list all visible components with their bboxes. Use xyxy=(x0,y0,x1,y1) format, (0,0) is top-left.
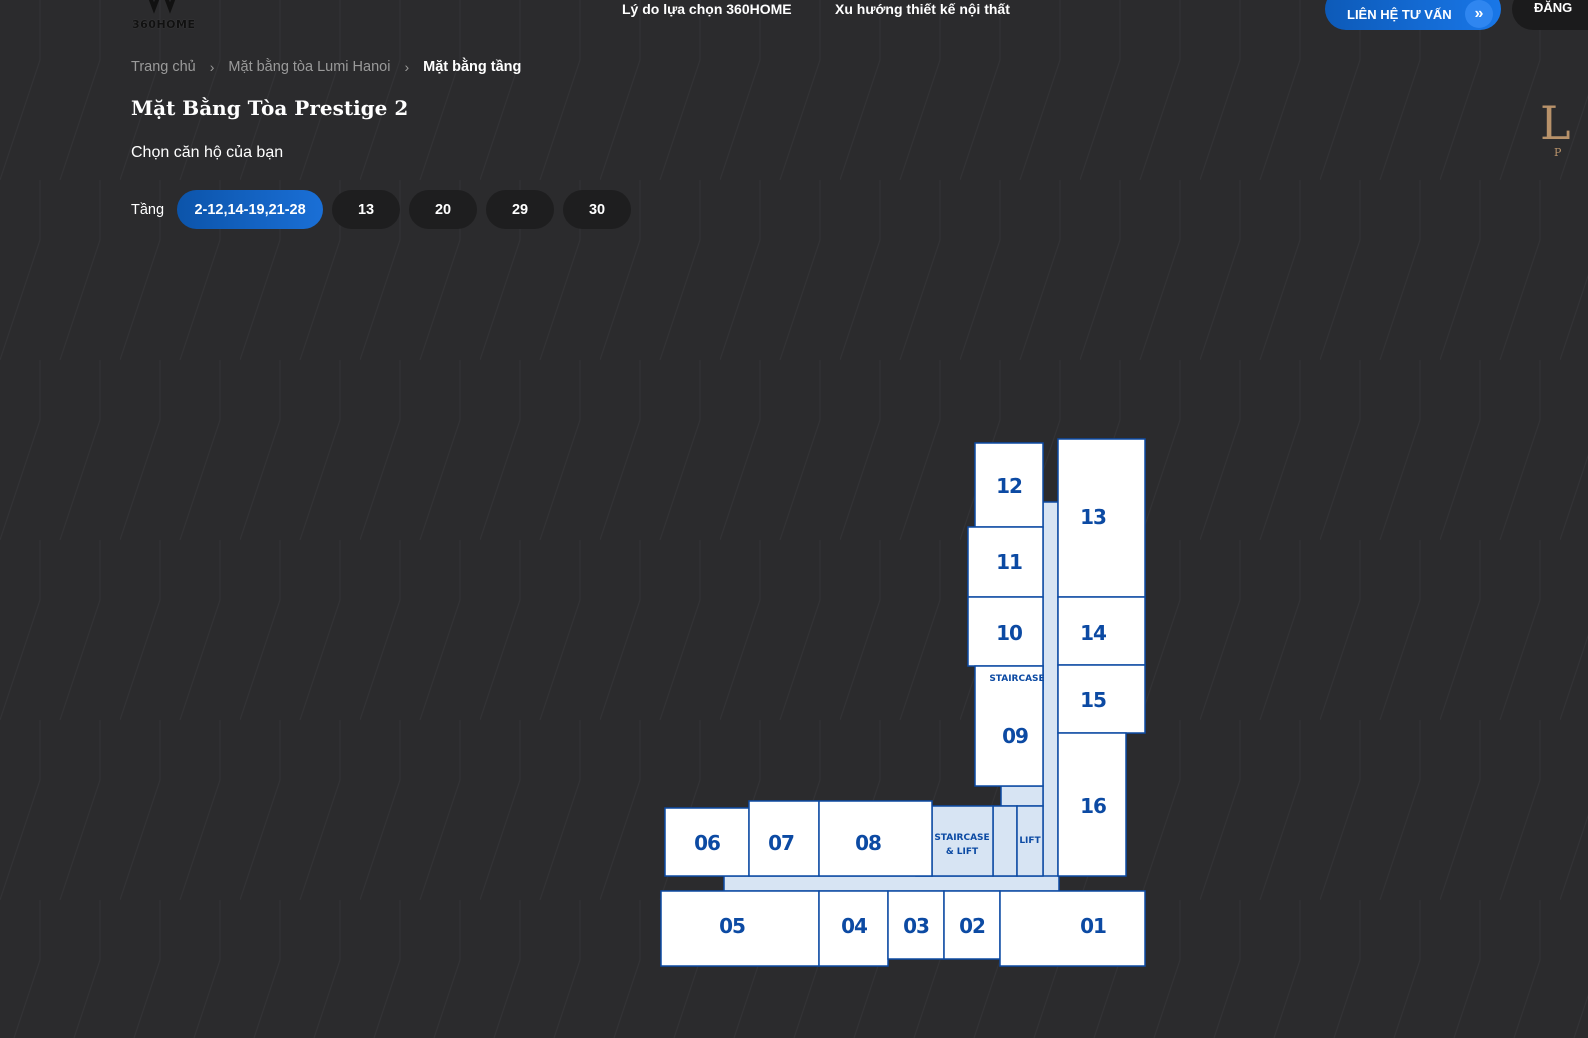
page-title: Mặt Bằng Tòa Prestige 2 xyxy=(131,96,409,120)
corridor-vertical xyxy=(1042,501,1059,891)
corridor-connector xyxy=(1000,785,1044,807)
unit-16[interactable] xyxy=(1057,732,1127,877)
nav-link-design-trends[interactable]: Xu hướng thiết kế nội thất xyxy=(835,0,1010,18)
unit-14[interactable] xyxy=(1057,596,1146,666)
chevron-right-icon: › xyxy=(209,59,215,75)
chevron-right-icon: › xyxy=(404,59,410,75)
login-button-label: ĐĂNG xyxy=(1534,0,1573,15)
unit-07[interactable] xyxy=(748,800,820,877)
unit-12[interactable] xyxy=(974,442,1044,528)
unit-05[interactable] xyxy=(660,890,820,967)
corridor-horizontal xyxy=(723,875,1060,892)
floor-option-13[interactable]: 13 xyxy=(332,190,401,229)
logo-mark-icon xyxy=(148,0,176,14)
unit-04[interactable] xyxy=(818,890,889,967)
unit-15[interactable] xyxy=(1057,664,1146,734)
breadcrumb-building[interactable]: Mặt bằng tòa Lumi Hanoi xyxy=(228,59,390,75)
unit-06[interactable] xyxy=(664,807,750,877)
floor-option-2-28[interactable]: 2-12,14-19,21-28 xyxy=(177,190,324,229)
unit-10[interactable] xyxy=(967,596,1044,667)
lift xyxy=(1016,805,1044,877)
nav-link-why-choose[interactable]: Lý do lựa chọn 360HOME xyxy=(622,0,792,18)
breadcrumb-current: Mặt bằng tầng xyxy=(423,59,522,75)
staircase-lift-label-2: & LIFT xyxy=(946,847,979,857)
login-button[interactable]: ĐĂNG xyxy=(1512,0,1588,30)
unit-02[interactable] xyxy=(943,890,1001,960)
staircase-and-lift xyxy=(931,805,994,877)
unit-08[interactable] xyxy=(818,800,933,877)
staircase-lift-label-1: STAIRCASE xyxy=(934,833,989,843)
breadcrumb: Trang chủ › Mặt bằng tòa Lumi Hanoi › Mặ… xyxy=(131,59,521,75)
unit-01[interactable] xyxy=(999,890,1146,967)
contact-button-label: LIÊN HỆ TƯ VẤN xyxy=(1347,6,1452,22)
site-logo[interactable]: 360HOME xyxy=(132,0,204,42)
lift-label: LIFT xyxy=(1019,836,1041,846)
unit-09[interactable] xyxy=(974,665,1044,787)
floor-selector: Tầng 2-12,14-19,21-28 13 20 29 30 xyxy=(131,190,640,229)
unit-13[interactable] xyxy=(1057,438,1146,598)
floor-option-30[interactable]: 30 xyxy=(563,190,632,229)
logo-text: 360HOME xyxy=(132,18,196,31)
project-logo: L P xyxy=(1540,100,1588,170)
contact-button[interactable]: LIÊN HỆ TƯ VẤN » xyxy=(1325,0,1501,30)
double-chevron-right-icon: » xyxy=(1465,0,1493,28)
floor-option-20[interactable]: 20 xyxy=(409,190,478,229)
project-logo-sub: P xyxy=(1554,146,1562,159)
project-logo-letter: L xyxy=(1540,96,1571,150)
breadcrumb-home[interactable]: Trang chủ xyxy=(131,59,196,75)
floor-option-29[interactable]: 29 xyxy=(486,190,555,229)
unit-03[interactable] xyxy=(887,890,945,960)
unit-11[interactable] xyxy=(967,526,1044,598)
corridor-lobby xyxy=(992,805,1018,877)
page-subtitle: Chọn căn hộ của bạn xyxy=(131,144,284,161)
floor-label: Tầng xyxy=(131,201,165,218)
